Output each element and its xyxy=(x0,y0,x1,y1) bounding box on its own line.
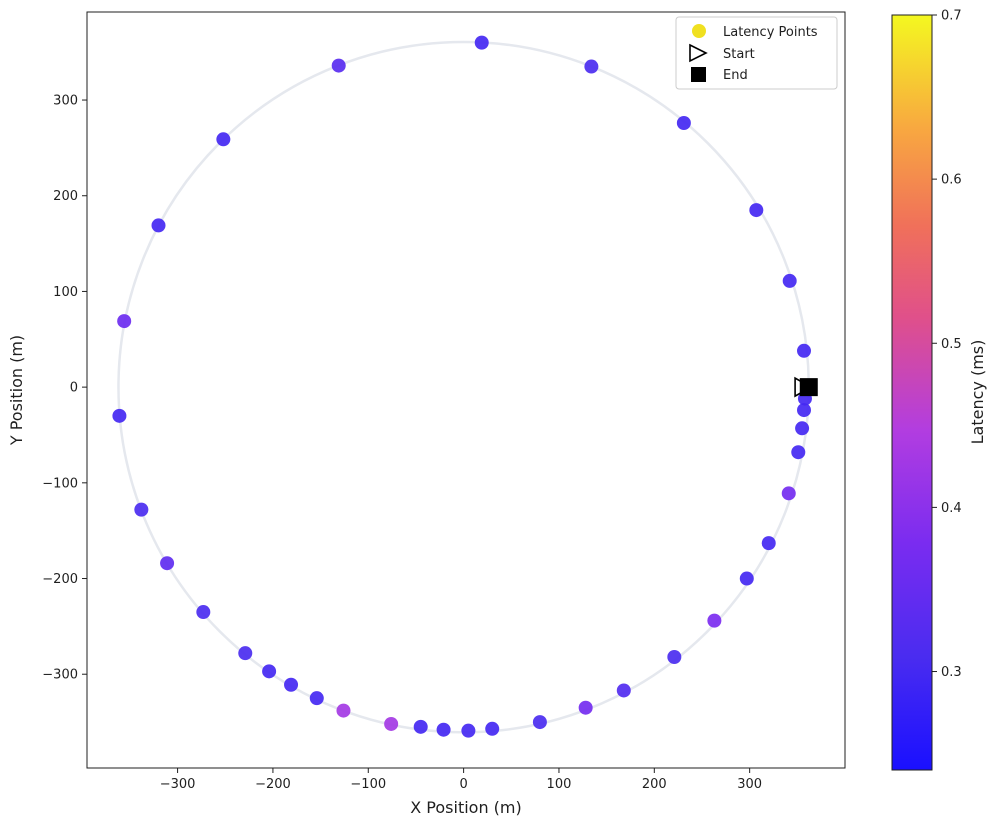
y-tick-label: 200 xyxy=(53,189,78,204)
legend-label-start: Start xyxy=(723,47,755,62)
latency-point-8 xyxy=(795,421,810,436)
x-tick-label: −300 xyxy=(160,777,196,792)
y-tick-label: 100 xyxy=(53,285,78,300)
latency-point-21 xyxy=(413,719,428,734)
latency-point-1 xyxy=(584,59,599,74)
latency-point-24 xyxy=(309,691,324,706)
legend-label-end: End xyxy=(723,68,748,83)
latency-point-5 xyxy=(797,343,812,358)
latency-point-4 xyxy=(782,273,797,288)
x-tick-label: 200 xyxy=(642,777,667,792)
colorbar-tick-label: 0.7 xyxy=(941,9,962,24)
legend: Latency Points Start End xyxy=(675,16,838,90)
end-marker xyxy=(799,378,818,397)
x-tick-label: −200 xyxy=(255,777,291,792)
latency-point-27 xyxy=(238,646,253,661)
colorbar-tick-label: 0.6 xyxy=(941,173,962,188)
latency-point-13 xyxy=(707,613,722,628)
latency-point-16 xyxy=(578,700,593,715)
x-axis-label: X Position (m) xyxy=(410,798,522,817)
legend-end-square-icon xyxy=(691,67,706,82)
latency-point-25 xyxy=(284,677,299,692)
y-tick-label: −200 xyxy=(42,572,78,587)
latency-point-33 xyxy=(151,218,166,233)
y-tick-label: −100 xyxy=(42,476,78,491)
latency-point-15 xyxy=(616,683,631,698)
latency-point-14 xyxy=(667,649,682,664)
latency-point-9 xyxy=(791,445,806,460)
colorbar-tick-label: 0.4 xyxy=(941,501,962,516)
figure: −300 −200 −100 0 100 200 300 −300 −200 −100 0 100 2… xyxy=(0,0,997,829)
latency-point-34 xyxy=(216,132,231,147)
figure-background xyxy=(0,0,997,829)
y-tick-label: 0 xyxy=(70,381,78,396)
latency-point-17 xyxy=(532,715,547,730)
x-tick-label: 100 xyxy=(547,777,572,792)
y-tick-label: 300 xyxy=(53,94,78,109)
latency-point-35 xyxy=(331,58,346,73)
x-tick-label: 300 xyxy=(737,777,762,792)
latency-point-12 xyxy=(739,571,754,586)
latency-point-31 xyxy=(112,408,127,423)
colorbar-label: Latency (ms) xyxy=(968,340,987,445)
colorbar-tick-label: 0.5 xyxy=(941,337,962,352)
latency-point-2 xyxy=(676,116,691,131)
latency-point-23 xyxy=(336,703,351,718)
latency-point-28 xyxy=(196,605,211,620)
latency-point-29 xyxy=(160,556,175,571)
latency-point-19 xyxy=(461,723,476,738)
latency-point-7 xyxy=(797,403,812,418)
legend-latency-points-icon xyxy=(692,24,706,38)
colorbar-gradient xyxy=(892,15,932,770)
latency-point-20 xyxy=(436,722,451,737)
latency-point-30 xyxy=(134,502,149,517)
latency-point-32 xyxy=(117,314,132,329)
latency-point-26 xyxy=(262,664,277,679)
latency-point-11 xyxy=(761,536,776,551)
latency-point-10 xyxy=(781,486,796,501)
latency-point-0 xyxy=(474,35,489,50)
x-tick-label: 0 xyxy=(459,777,467,792)
legend-label-latency-points: Latency Points xyxy=(723,25,818,40)
latency-point-3 xyxy=(749,203,764,218)
x-tick-label: −100 xyxy=(350,777,386,792)
latency-point-22 xyxy=(384,716,399,731)
y-axis-label: Y Position (m) xyxy=(7,335,26,446)
y-tick-label: −300 xyxy=(42,668,78,683)
latency-point-18 xyxy=(485,721,500,736)
colorbar-tick-label: 0.3 xyxy=(941,665,962,680)
